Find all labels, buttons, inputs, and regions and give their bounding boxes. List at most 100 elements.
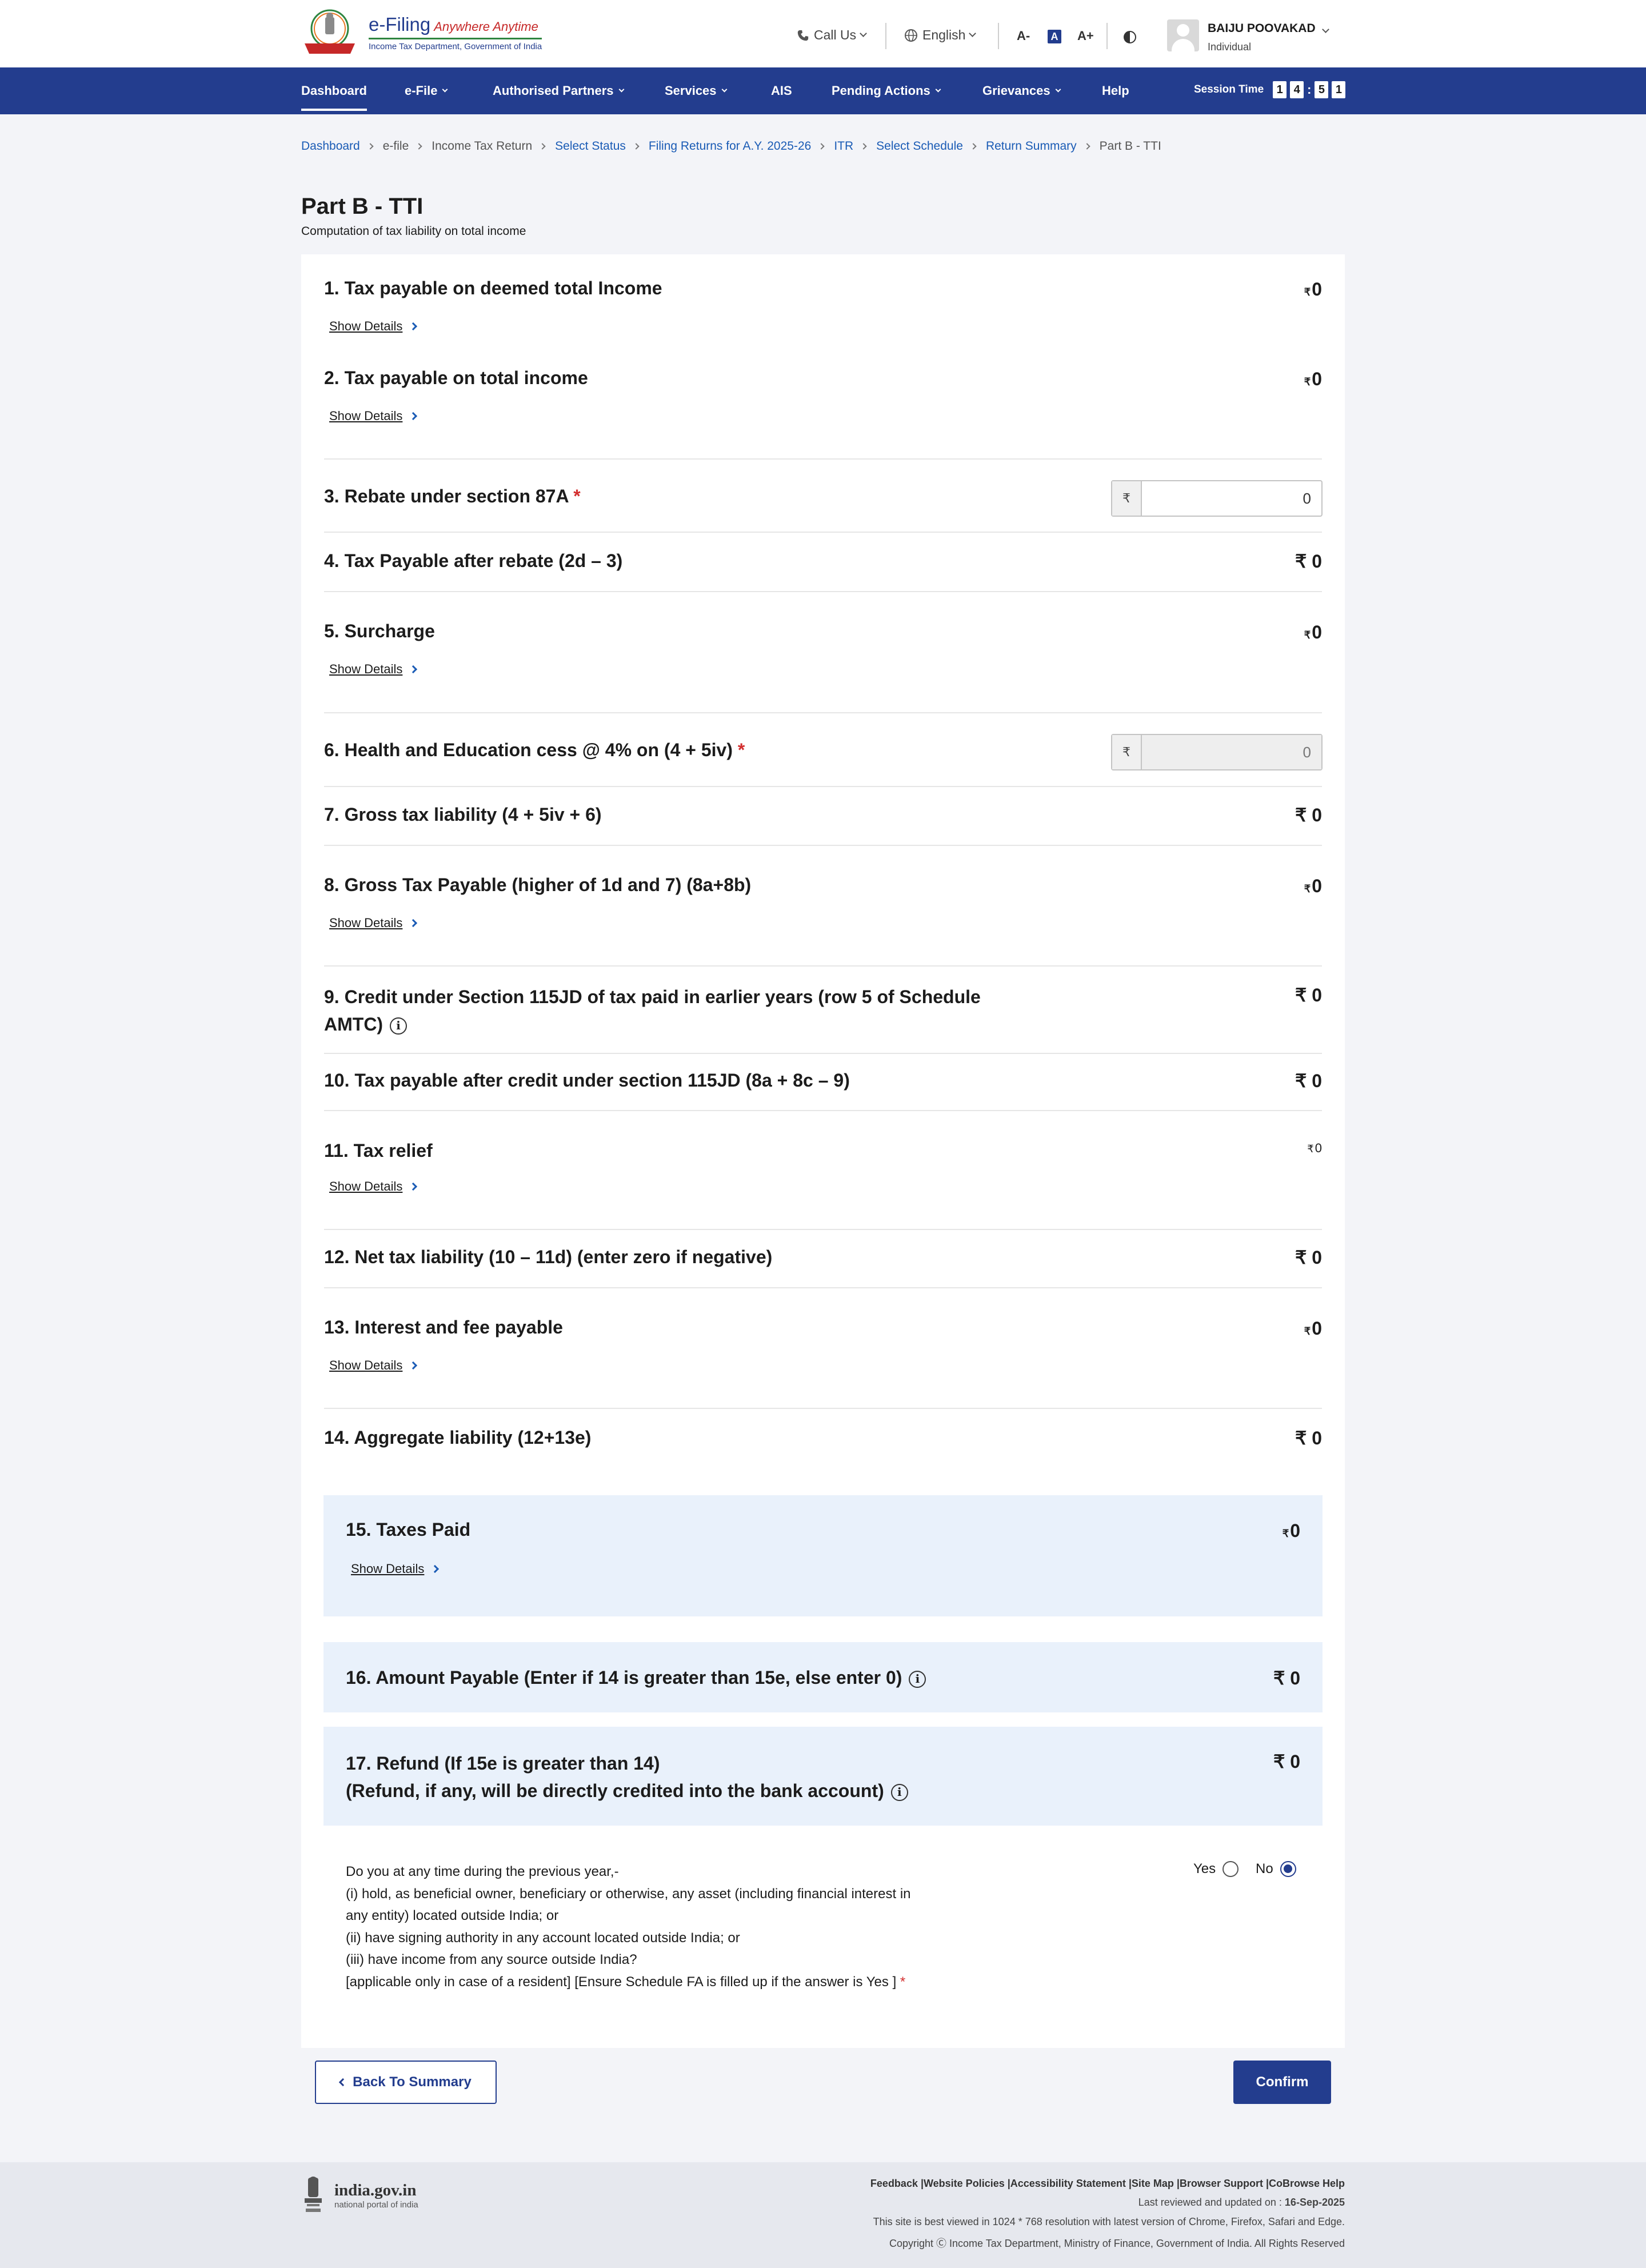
chevron-right-icon bbox=[431, 1564, 440, 1574]
row-17-label: 17. Refund (If 15e is greater than 14) (… bbox=[346, 1750, 908, 1804]
row-8-show-details[interactable]: Show Details bbox=[329, 916, 418, 931]
font-decrease-button[interactable]: A- bbox=[1017, 29, 1030, 43]
nav-grievances[interactable]: Grievances bbox=[982, 83, 1061, 98]
call-us-label: Call Us bbox=[814, 27, 857, 42]
row-11-label: 11. Tax relief bbox=[324, 1140, 433, 1161]
fa-no-radio[interactable] bbox=[1280, 1861, 1296, 1877]
chevron-down-icon bbox=[860, 30, 867, 37]
chevron-right-icon bbox=[409, 322, 418, 331]
back-to-summary-button[interactable]: Back To Summary bbox=[315, 2061, 497, 2104]
rupee-prefix: ₹ bbox=[1112, 735, 1142, 769]
breadcrumb-current: Part B - TTI bbox=[1099, 139, 1161, 153]
breadcrumb-filing-returns[interactable]: Filing Returns for A.Y. 2025-26 bbox=[649, 139, 811, 153]
page-subtitle: Computation of tax liability on total in… bbox=[301, 225, 526, 238]
breadcrumb-select-status[interactable]: Select Status bbox=[555, 139, 626, 153]
row-15-label: 15. Taxes Paid bbox=[346, 1519, 471, 1540]
chevron-right-icon bbox=[409, 1361, 418, 1370]
row-13-show-details[interactable]: Show Details bbox=[329, 1358, 418, 1373]
nav-authorised-partners[interactable]: Authorised Partners bbox=[493, 83, 624, 98]
india-gov-logo[interactable]: india.gov.in national portal of india bbox=[301, 2175, 418, 2215]
row-7-amount: ₹ 0 bbox=[1295, 805, 1322, 825]
chevron-right-icon bbox=[970, 143, 977, 150]
info-icon[interactable]: i bbox=[909, 1670, 926, 1688]
chevron-down-icon bbox=[442, 86, 448, 92]
fa-yes-radio[interactable] bbox=[1222, 1861, 1239, 1877]
row-6-label: 6. Health and Education cess @ 4% on (4 … bbox=[324, 740, 745, 760]
row-8-amount: ₹0 bbox=[1304, 876, 1322, 896]
breadcrumb: Dashboard e-file Income Tax Return Selec… bbox=[301, 139, 1161, 153]
row-12-label: 12. Net tax liability (10 – 11d) (enter … bbox=[324, 1247, 773, 1267]
chevron-right-icon bbox=[409, 412, 418, 421]
session-label: Session Time bbox=[1194, 83, 1264, 95]
row-15-amount: ₹0 bbox=[1282, 1520, 1300, 1541]
confirm-button[interactable]: Confirm bbox=[1233, 2061, 1331, 2104]
row-9-label: 9. Credit under Section 115JD of tax pai… bbox=[324, 987, 981, 1035]
breadcrumb-itr[interactable]: ITR bbox=[834, 139, 853, 153]
cess-input: ₹ 0 bbox=[1111, 734, 1323, 770]
row-11-show-details[interactable]: Show Details bbox=[329, 1179, 418, 1194]
breadcrumb-return-summary[interactable]: Return Summary bbox=[986, 139, 1077, 153]
fa-no-option[interactable]: No bbox=[1256, 1861, 1296, 1877]
chevron-right-icon bbox=[409, 665, 418, 674]
breadcrumb-select-schedule[interactable]: Select Schedule bbox=[876, 139, 963, 153]
info-icon[interactable]: i bbox=[390, 1017, 407, 1035]
chevron-right-icon bbox=[539, 143, 546, 150]
user-name: BAIJU POOVAKAD bbox=[1208, 22, 1316, 35]
chevron-right-icon bbox=[860, 143, 867, 150]
row-4-label: 4. Tax Payable after rebate (2d – 3) bbox=[324, 550, 623, 571]
chevron-right-icon bbox=[633, 143, 640, 150]
row-15-show-details[interactable]: Show Details bbox=[351, 1562, 440, 1576]
call-us-dropdown[interactable]: Call Us bbox=[797, 27, 867, 43]
session-colon: : bbox=[1307, 82, 1312, 97]
row-9-amount: ₹ 0 bbox=[1295, 985, 1322, 1005]
divider bbox=[324, 786, 1322, 787]
contrast-toggle-icon[interactable] bbox=[1124, 31, 1136, 43]
rebate-87a-value[interactable]: 0 bbox=[1142, 481, 1321, 516]
row-5-show-details[interactable]: Show Details bbox=[329, 662, 418, 677]
divider bbox=[324, 532, 1322, 533]
nav-ais[interactable]: AIS bbox=[771, 83, 792, 98]
row-1-show-details[interactable]: Show Details bbox=[329, 319, 418, 334]
language-dropdown[interactable]: English bbox=[904, 27, 977, 43]
user-menu[interactable]: BAIJU POOVAKAD bbox=[1208, 22, 1330, 35]
row-13-label: 13. Interest and fee payable bbox=[324, 1317, 563, 1337]
nav-dashboard[interactable]: Dashboard bbox=[301, 83, 367, 111]
last-reviewed: Last reviewed and updated on : 16-Sep-20… bbox=[1138, 2197, 1345, 2208]
breadcrumb-dashboard[interactable]: Dashboard bbox=[301, 139, 360, 153]
row-17-amount: ₹ 0 bbox=[1273, 1751, 1300, 1772]
nav-efile[interactable]: e-File bbox=[405, 83, 448, 98]
nav-help[interactable]: Help bbox=[1102, 83, 1129, 98]
user-role: Individual bbox=[1208, 41, 1252, 53]
chevron-down-icon bbox=[721, 86, 727, 92]
efiling-logo[interactable]: e-Filing Anywhere Anytime Income Tax Depa… bbox=[301, 8, 542, 57]
divider bbox=[998, 23, 999, 49]
row-2-label: 2. Tax payable on total income bbox=[324, 368, 588, 388]
info-icon[interactable]: i bbox=[890, 1783, 908, 1801]
avatar[interactable] bbox=[1167, 19, 1199, 51]
row-1-label: 1. Tax payable on deemed total Income bbox=[324, 278, 662, 298]
divider bbox=[324, 1053, 1322, 1054]
divider bbox=[324, 591, 1322, 592]
rupee-prefix: ₹ bbox=[1112, 481, 1142, 516]
footer-links[interactable]: Feedback |Website Policies |Accessibilit… bbox=[870, 2178, 1345, 2190]
session-digit: 1 bbox=[1273, 81, 1287, 98]
divider bbox=[324, 1287, 1322, 1288]
nav-services[interactable]: Services bbox=[665, 83, 727, 98]
row-3-label: 3. Rebate under section 87A * bbox=[324, 486, 581, 506]
chevron-right-icon bbox=[409, 919, 418, 928]
row-16-label: 16. Amount Payable (Enter if 14 is great… bbox=[346, 1667, 926, 1688]
font-increase-button[interactable]: A+ bbox=[1077, 29, 1094, 43]
chevron-right-icon bbox=[1083, 143, 1090, 150]
gov-site-tagline: national portal of india bbox=[334, 2200, 418, 2210]
row-2-amount: ₹0 bbox=[1304, 369, 1322, 389]
taxes-paid-panel bbox=[323, 1495, 1323, 1616]
row-14-amount: ₹ 0 bbox=[1295, 1428, 1322, 1448]
row-14-label: 14. Aggregate liability (12+13e) bbox=[324, 1427, 592, 1448]
chevron-down-icon bbox=[618, 86, 624, 92]
font-normal-button[interactable]: A bbox=[1048, 30, 1061, 43]
session-digit: 4 bbox=[1290, 81, 1304, 98]
rebate-87a-input[interactable]: ₹ 0 bbox=[1111, 480, 1323, 517]
nav-pending-actions[interactable]: Pending Actions bbox=[832, 83, 941, 98]
row-2-show-details[interactable]: Show Details bbox=[329, 409, 418, 424]
fa-yes-option[interactable]: Yes bbox=[1193, 1861, 1239, 1877]
